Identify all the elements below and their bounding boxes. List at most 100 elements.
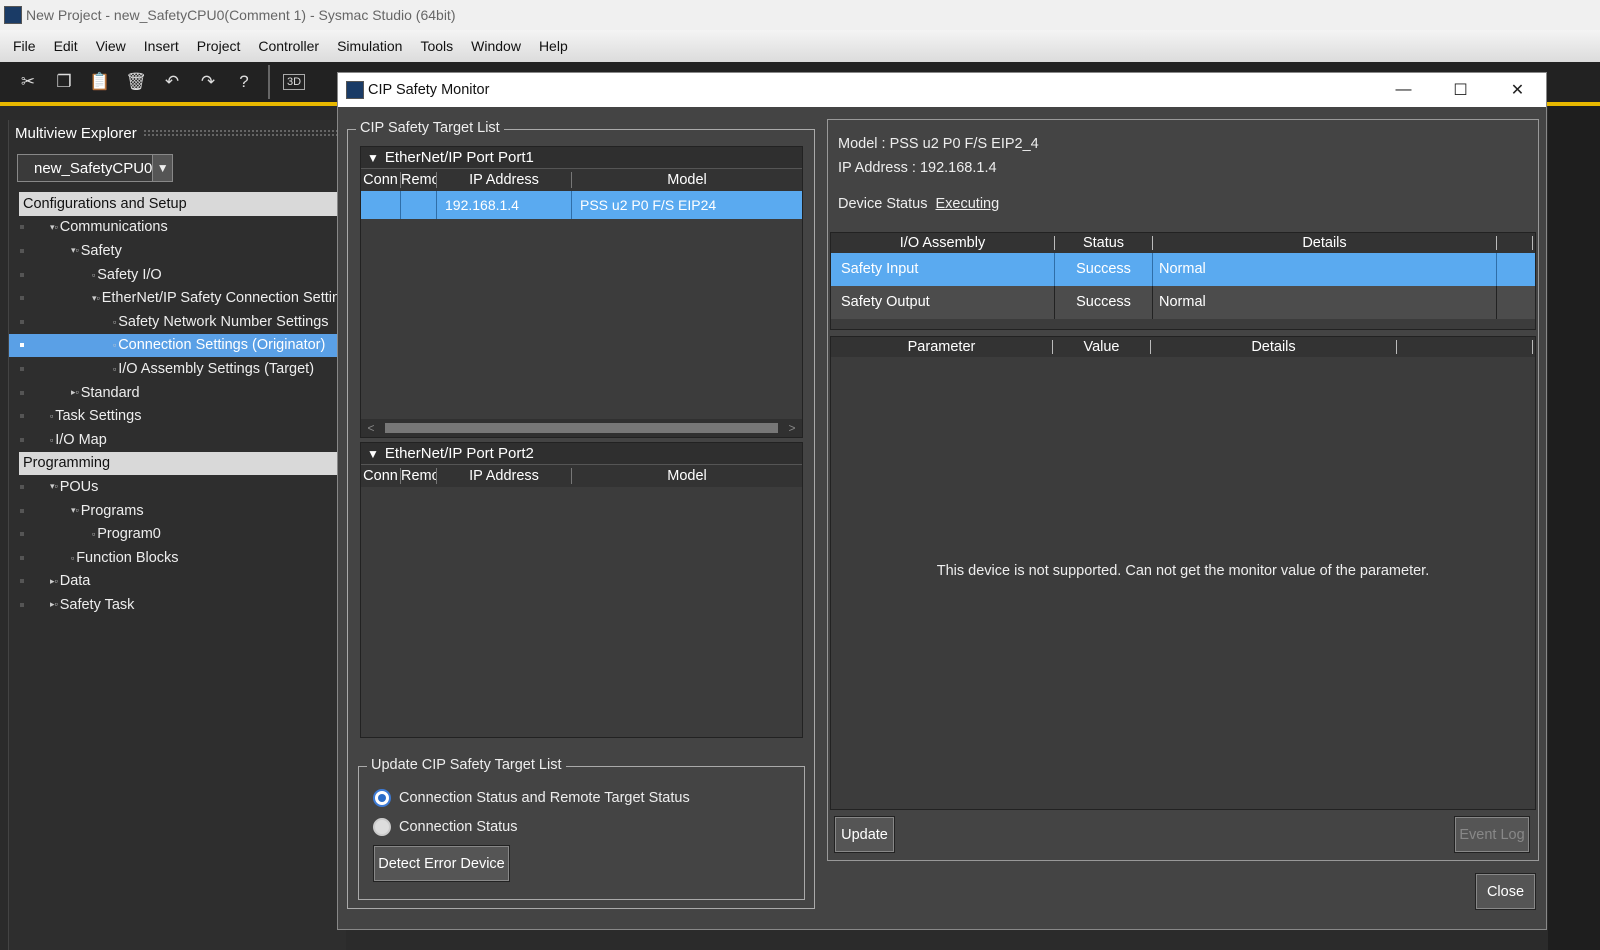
menu-help[interactable]: Help <box>530 38 577 54</box>
table-row[interactable]: 192.168.1.4 PSS u2 P0 F/S EIP24 <box>361 191 802 219</box>
tree-item[interactable]: ▫ Connection Settings (Originator) <box>9 333 347 358</box>
col-ip-address[interactable]: IP Address <box>437 468 572 484</box>
tree-item[interactable]: ▸▫ Standard <box>9 381 347 405</box>
col-model[interactable]: Model <box>572 468 802 484</box>
menu-simulation[interactable]: Simulation <box>328 38 411 54</box>
expander-icon[interactable]: ▾▫ <box>92 293 100 304</box>
tree-item[interactable]: ▫ I/O Assembly Settings (Target) <box>9 357 347 381</box>
tree-item[interactable]: ▫ Safety I/O <box>9 263 347 287</box>
scroll-left-icon[interactable]: < <box>361 421 381 435</box>
menu-window[interactable]: Window <box>462 38 530 54</box>
cell-details: Normal <box>1153 253 1497 286</box>
col-remote[interactable]: Remo <box>401 468 437 484</box>
tree-item[interactable]: ▫ I/O Map <box>9 428 347 452</box>
expander-icon[interactable]: ▾▫ <box>50 481 58 492</box>
undo-icon[interactable]: ↶ <box>154 64 190 100</box>
tree-item[interactable]: ▸▫ Safety Task <box>9 593 347 617</box>
tree-bullet-icon <box>20 366 24 371</box>
port1-panel: ▼ EtherNet/IP Port Port1 Conn Remo IP Ad… <box>360 146 803 438</box>
chevron-down-icon[interactable]: ▼ <box>152 155 172 181</box>
col-conn[interactable]: Conn <box>361 468 401 484</box>
tree-item[interactable]: ▾▫ POUs <box>9 475 347 499</box>
target-list-group: CIP Safety Target List ▼ EtherNet/IP Por… <box>347 120 815 909</box>
tree-item[interactable]: ▫ Safety Network Number Settings <box>9 310 347 334</box>
help-icon[interactable]: ? <box>226 64 262 100</box>
tree-item[interactable]: ▾▫ Safety <box>9 239 347 263</box>
expander-icon[interactable]: ▸▫ <box>50 576 58 587</box>
col-details[interactable]: Details <box>1153 236 1497 250</box>
menu-controller[interactable]: Controller <box>249 38 328 54</box>
cell-model: PSS u2 P0 F/S EIP24 <box>580 197 717 213</box>
tree-item[interactable]: Configurations and Setup <box>19 192 347 216</box>
close-window-button[interactable]: ✕ <box>1489 80 1546 100</box>
app-icon <box>346 81 364 99</box>
col-remote[interactable]: Remo <box>401 172 437 188</box>
tree-item[interactable]: ▾▫ EtherNet/IP Safety Connection Settin <box>9 286 347 310</box>
background-pane <box>1548 106 1600 950</box>
port1-hscrollbar[interactable]: < > <box>361 419 802 437</box>
tree-bullet-icon <box>20 272 24 277</box>
radio-option-status-remote[interactable]: Connection Status and Remote Target Stat… <box>373 783 690 812</box>
radio-option-status[interactable]: Connection Status <box>373 812 690 841</box>
col-details[interactable]: Details <box>1151 340 1397 354</box>
3d-icon[interactable]: 3D <box>276 64 312 100</box>
col-conn[interactable]: Conn <box>361 172 401 188</box>
minimize-button[interactable]: — <box>1375 81 1432 99</box>
expander-icon[interactable]: ▾▫ <box>71 245 79 256</box>
update-button[interactable]: Update <box>834 816 895 853</box>
port2-header[interactable]: ▼ EtherNet/IP Port Port2 <box>361 443 802 465</box>
port1-column-header: Conn Remo IP Address Model <box>361 169 802 191</box>
expander-icon[interactable]: ▾▫ <box>71 505 79 516</box>
controller-select[interactable]: new_SafetyCPU0 ▼ <box>17 154 173 182</box>
menu-project[interactable]: Project <box>188 38 250 54</box>
tree-bullet-icon <box>20 532 24 537</box>
radio-button[interactable] <box>373 817 391 836</box>
collapse-triangle-icon[interactable]: ▼ <box>367 151 379 165</box>
tree-item-label: Programs <box>80 502 144 519</box>
expander-icon[interactable]: ▾▫ <box>50 222 58 233</box>
delete-icon[interactable]: 🗑 <box>118 64 154 100</box>
tree-item[interactable]: ▫ Function Blocks <box>9 546 347 570</box>
toolbar-separator <box>268 65 270 99</box>
tree-item[interactable]: ▾▫ Communications <box>9 216 347 240</box>
menu-file[interactable]: File <box>4 38 45 54</box>
tree-item[interactable]: ▸▫ Data <box>9 570 347 594</box>
detect-error-device-button[interactable]: Detect Error Device <box>373 845 510 882</box>
collapse-triangle-icon[interactable]: ▼ <box>367 447 379 461</box>
cell-assembly: Safety Input <box>831 253 1055 286</box>
device-status-link[interactable]: Executing <box>936 196 1000 212</box>
scroll-right-icon[interactable]: > <box>782 421 802 435</box>
copy-icon[interactable]: ❐ <box>46 64 82 100</box>
table-row[interactable]: Safety Output Success Normal <box>831 286 1535 319</box>
col-model[interactable]: Model <box>572 172 802 188</box>
tree-item[interactable]: ▫ Task Settings <box>9 404 347 428</box>
col-value[interactable]: Value <box>1053 340 1151 354</box>
col-ip-address[interactable]: IP Address <box>437 172 572 188</box>
radio-button-checked[interactable] <box>373 788 391 807</box>
table-row[interactable]: Safety Input Success Normal <box>831 253 1535 286</box>
menu-tools[interactable]: Tools <box>411 38 462 54</box>
update-target-list-group: Update CIP Safety Target List Connection… <box>358 757 805 900</box>
col-status[interactable]: Status <box>1055 236 1153 250</box>
menu-insert[interactable]: Insert <box>135 38 188 54</box>
scroll-thumb[interactable] <box>385 423 778 433</box>
paste-icon[interactable]: 📋 <box>82 64 118 100</box>
port1-header[interactable]: ▼ EtherNet/IP Port Port1 <box>361 147 802 169</box>
menu-edit[interactable]: Edit <box>45 38 87 54</box>
col-io-assembly[interactable]: I/O Assembly <box>831 236 1055 250</box>
tree-bullet-icon <box>20 555 24 560</box>
expander-icon[interactable]: ▸▫ <box>50 599 58 610</box>
redo-icon[interactable]: ↷ <box>190 64 226 100</box>
col-parameter[interactable]: Parameter <box>831 340 1053 354</box>
event-log-button[interactable]: Event Log <box>1454 816 1530 853</box>
tree-item[interactable]: ▾▫ Programs <box>9 499 347 523</box>
cell-ip-address: 192.168.1.4 <box>437 191 572 219</box>
tree-item[interactable]: Programming <box>19 451 347 476</box>
maximize-button[interactable]: ☐ <box>1432 80 1489 100</box>
close-button[interactable]: Close <box>1475 873 1536 910</box>
menu-view[interactable]: View <box>87 38 135 54</box>
tree-item[interactable]: ▫ Program0 <box>9 522 347 546</box>
cut-icon[interactable]: ✂ <box>10 64 46 100</box>
drag-grip[interactable] <box>142 129 346 137</box>
expander-icon[interactable]: ▸▫ <box>71 387 79 398</box>
